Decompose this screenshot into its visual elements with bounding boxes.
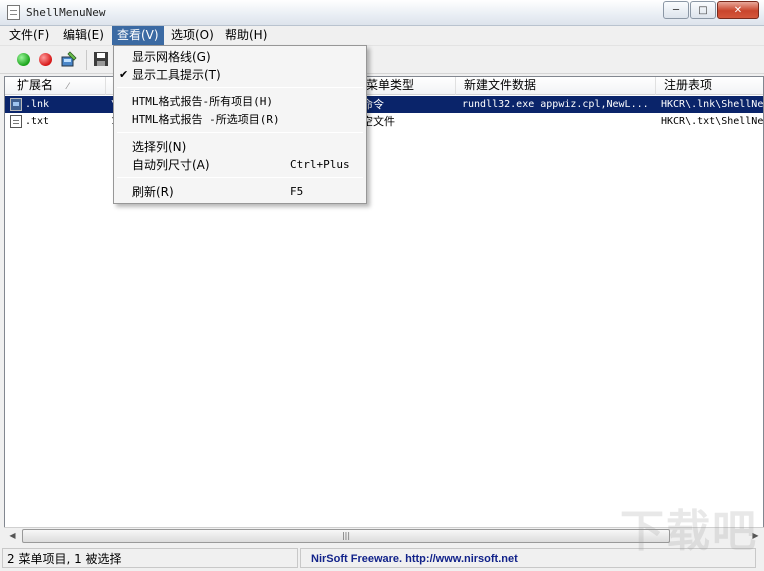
menu-separator xyxy=(117,132,363,133)
menu-item-html-report-all[interactable]: HTML格式报告-所有项目(H) xyxy=(114,93,366,111)
disable-icon[interactable] xyxy=(39,53,52,66)
column-header-registry-key[interactable]: 注册表项 xyxy=(656,77,763,95)
menu-separator xyxy=(117,177,363,178)
menu-file[interactable]: 文件(F) xyxy=(4,26,54,45)
shortcut-label: F5 xyxy=(290,185,304,198)
menu-edit[interactable]: 编辑(E) xyxy=(58,26,109,45)
column-header-menu-type[interactable]: 菜单类型 xyxy=(356,77,456,95)
cell-extension: .txt xyxy=(25,116,50,127)
menu-item-auto-size-columns[interactable]: 自动列尺寸(A) Ctrl+Plus xyxy=(114,156,366,174)
menu-view[interactable]: 查看(V) xyxy=(112,26,164,45)
menu-item-refresh[interactable]: 刷新(R) F5 xyxy=(114,183,366,201)
menu-item-choose-columns[interactable]: 选择列(N) xyxy=(114,138,366,156)
cell-menu-type: 空文件 xyxy=(362,115,395,128)
menu-item-show-tooltips[interactable]: ✔ 显示工具提示(T) xyxy=(114,66,366,84)
menu-options[interactable]: 选项(O) xyxy=(166,26,219,45)
cell-extension: .lnk xyxy=(25,99,50,110)
shortcut-label: Ctrl+Plus xyxy=(290,158,350,171)
cell-new-file-data xyxy=(462,113,652,130)
status-item-count: 2 菜单项目, 1 被选择 xyxy=(2,548,298,568)
text-file-icon xyxy=(10,115,22,128)
scroll-left-button[interactable]: ◀ xyxy=(4,528,21,544)
window-controls: ─ □ ✕ xyxy=(662,1,759,19)
properties-icon[interactable] xyxy=(60,51,78,68)
column-header-new-file-data[interactable]: 新建文件数据 xyxy=(456,77,656,95)
toolbar-separator xyxy=(86,50,87,70)
sort-indicator-icon: ⁄ xyxy=(67,82,69,92)
menu-bar: 文件(F) 编辑(E) 查看(V) 选项(O) 帮助(H) xyxy=(0,26,764,46)
cell-registry-key: HKCR\.lnk\ShellNe xyxy=(661,99,764,110)
title-bar: ShellMenuNew ─ □ ✕ xyxy=(0,0,764,26)
menu-help[interactable]: 帮助(H) xyxy=(220,26,272,45)
window-title: ShellMenuNew xyxy=(26,6,106,19)
close-button[interactable]: ✕ xyxy=(717,1,759,19)
site-watermark: 下载吧 xyxy=(620,506,758,557)
shortcut-file-icon xyxy=(10,98,22,111)
menu-separator xyxy=(117,87,363,88)
enable-icon[interactable] xyxy=(17,53,30,66)
column-header-extension[interactable]: 扩展名 ⁄ xyxy=(5,77,106,95)
app-icon xyxy=(7,5,20,20)
menu-item-html-report-selected[interactable]: HTML格式报告 -所选项目(R) xyxy=(114,111,366,129)
save-icon[interactable] xyxy=(93,51,109,67)
view-menu-dropdown: 显示网格线(G) ✔ 显示工具提示(T) HTML格式报告-所有项目(H) HT… xyxy=(113,45,367,204)
minimize-button[interactable]: ─ xyxy=(663,1,689,19)
cell-new-file-data: rundll32.exe appwiz.cpl,NewL... xyxy=(462,99,649,110)
maximize-button[interactable]: □ xyxy=(690,1,716,19)
menu-item-show-grid-lines[interactable]: 显示网格线(G) xyxy=(114,48,366,66)
cell-registry-key: HKCR\.txt\ShellNe xyxy=(661,116,764,127)
cell-menu-type: 命令 xyxy=(362,98,384,111)
scroll-thumb[interactable]: ||| xyxy=(22,529,670,543)
checkmark-icon: ✔ xyxy=(119,68,129,81)
